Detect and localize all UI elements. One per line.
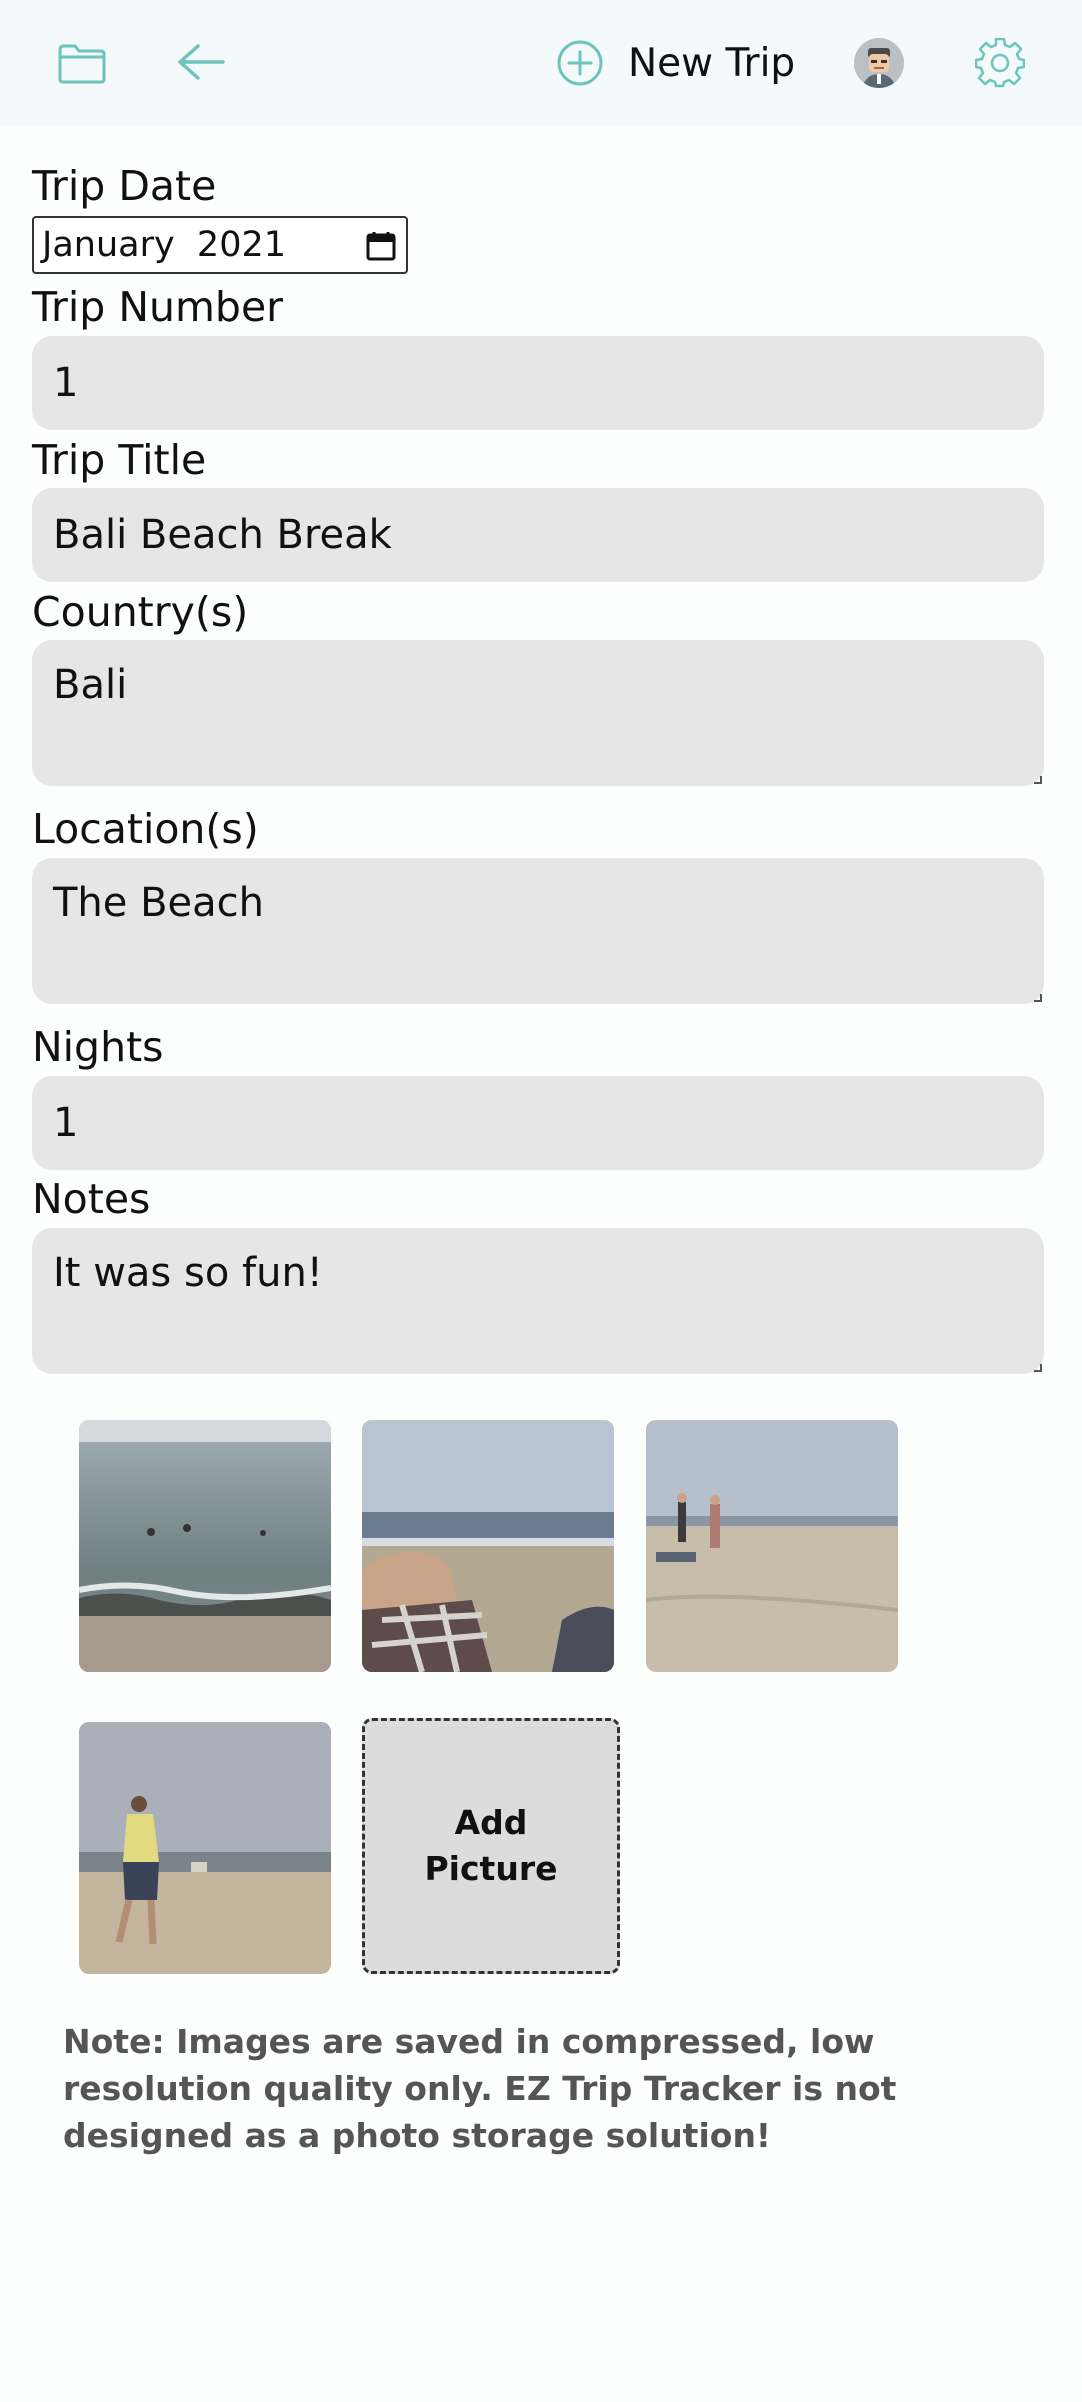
locations-field[interactable]: The Beach [32, 858, 1044, 1004]
trip-date-input[interactable]: January 2021 [32, 216, 408, 274]
plus-circle-icon [556, 39, 604, 87]
trip-date-label: Trip Date [32, 162, 217, 210]
notes-label: Notes [32, 1175, 151, 1223]
calendar-icon[interactable] [366, 230, 396, 270]
countries-value: Bali [53, 662, 128, 708]
trip-number-value: 1 [53, 360, 79, 406]
trip-title-value: Bali Beach Break [53, 512, 392, 558]
resize-grip-icon[interactable] [1034, 776, 1042, 784]
folder-icon[interactable] [56, 40, 108, 86]
trip-number-field[interactable]: 1 [32, 336, 1044, 430]
trip-number-label: Trip Number [32, 283, 284, 331]
storage-note: Note: Images are saved in compressed, lo… [63, 2022, 897, 2155]
resize-grip-icon[interactable] [1034, 1364, 1042, 1372]
avatar[interactable] [854, 38, 904, 88]
add-picture-label: Add Picture [424, 1803, 558, 1888]
nights-value: 1 [53, 1100, 79, 1146]
beach-waves-photo[interactable] [79, 1420, 331, 1672]
trip-date-value: January 2021 [42, 225, 287, 265]
countries-field[interactable]: Bali [32, 640, 1044, 786]
beach-legs-photo[interactable] [362, 1420, 614, 1672]
locations-value: The Beach [53, 880, 265, 926]
new-trip-button[interactable]: New Trip [556, 38, 795, 88]
notes-value: It was so fun! [53, 1250, 323, 1296]
beach-man-photo[interactable] [79, 1722, 331, 1974]
gear-icon[interactable] [974, 37, 1026, 89]
top-bar: New Trip [0, 0, 1082, 126]
new-trip-label: New Trip [628, 40, 796, 86]
locations-label: Location(s) [32, 805, 259, 853]
beach-walkers-photo[interactable] [646, 1420, 898, 1672]
back-arrow-icon[interactable] [176, 40, 226, 84]
resize-grip-icon[interactable] [1034, 994, 1042, 1002]
nights-label: Nights [32, 1023, 164, 1071]
trip-title-label: Trip Title [32, 436, 207, 484]
add-picture-button[interactable]: Add Picture [362, 1718, 620, 1974]
trip-title-field[interactable]: Bali Beach Break [32, 488, 1044, 582]
countries-label: Country(s) [32, 588, 249, 636]
nights-field[interactable]: 1 [32, 1076, 1044, 1170]
notes-field[interactable]: It was so fun! [32, 1228, 1044, 1374]
